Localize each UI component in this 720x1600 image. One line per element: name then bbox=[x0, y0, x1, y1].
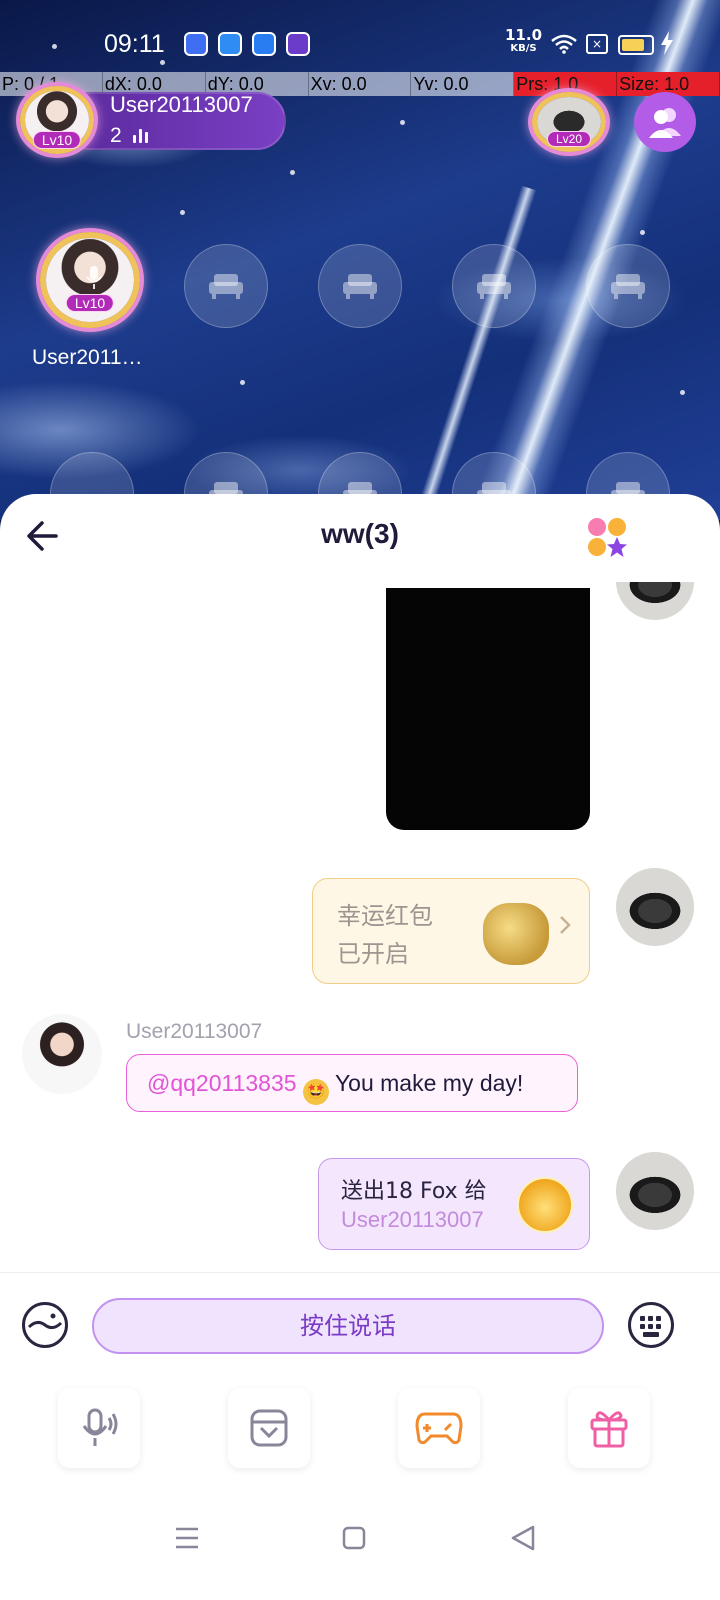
purple-app-icon bbox=[286, 32, 310, 56]
microphone-icon bbox=[82, 1408, 118, 1446]
sim-icon: × bbox=[586, 34, 608, 54]
members-icon bbox=[649, 108, 681, 138]
debug-xv: Xv: 0.0 bbox=[308, 72, 412, 96]
chat-header: ww(3) bbox=[0, 494, 720, 582]
photo-frame-icon bbox=[250, 1409, 288, 1447]
keyboard-icon bbox=[648, 1324, 653, 1329]
money-bag-icon bbox=[483, 903, 549, 965]
star-struck-emoji: 🤩 bbox=[302, 1079, 329, 1105]
members-button[interactable] bbox=[634, 92, 696, 152]
apps-dot-orange bbox=[608, 518, 626, 536]
gift-message-bubble[interactable]: 送出18 Fox 给 User20113007 bbox=[318, 1158, 590, 1250]
keyboard-icon bbox=[640, 1316, 645, 1321]
status-time: 09:11 bbox=[104, 30, 165, 58]
fox-gift-icon bbox=[517, 1177, 573, 1233]
keyboard-icon bbox=[648, 1316, 653, 1321]
my-avatar[interactable] bbox=[616, 582, 694, 620]
keyboard-icon bbox=[640, 1324, 645, 1329]
network-speed-unit: KB/S bbox=[510, 43, 537, 54]
play-app-icon bbox=[218, 32, 242, 56]
mic-icon bbox=[86, 266, 102, 289]
red-packet-text: 幸运红包 已开启 bbox=[337, 897, 433, 973]
baidu-app-icon bbox=[184, 32, 208, 56]
keyboard-icon bbox=[656, 1316, 661, 1321]
chat-input-row: 按住说话 bbox=[0, 1272, 720, 1372]
game-tool-button[interactable] bbox=[398, 1388, 480, 1468]
sofa-icon bbox=[611, 274, 645, 299]
online-count: 2 bbox=[110, 124, 122, 147]
smiley-icon bbox=[27, 1313, 63, 1330]
voice-tool-button[interactable] bbox=[58, 1388, 140, 1468]
owner-avatar[interactable]: Lv20 bbox=[532, 92, 606, 152]
chevron-right-icon bbox=[559, 915, 571, 941]
charging-icon bbox=[660, 31, 674, 60]
host-name: User20113007 bbox=[110, 92, 253, 117]
hold-to-talk-button[interactable]: 按住说话 bbox=[92, 1298, 604, 1354]
more-apps-button[interactable] bbox=[586, 516, 630, 560]
gift-tool-button[interactable] bbox=[568, 1388, 650, 1468]
gift-icon bbox=[590, 1411, 628, 1448]
sofa-icon bbox=[343, 274, 377, 299]
tool-row bbox=[0, 1384, 720, 1474]
seat-user-level-badge: Lv10 bbox=[65, 294, 115, 312]
album-tool-button[interactable] bbox=[228, 1388, 310, 1468]
star-icon bbox=[607, 537, 627, 557]
message-username: User20113007 bbox=[126, 1020, 263, 1043]
keyboard-button[interactable] bbox=[628, 1302, 674, 1348]
star bbox=[240, 380, 245, 385]
owner-level-badge: Lv20 bbox=[546, 131, 592, 147]
seat-2-empty[interactable] bbox=[184, 244, 268, 328]
system-navigation-bar bbox=[0, 1494, 720, 1600]
emoji-button[interactable] bbox=[22, 1302, 68, 1348]
star bbox=[180, 210, 185, 215]
red-packet-status: 已开启 bbox=[337, 940, 409, 968]
app-root: 09:11 11.0 KB/S × P: 0 / 1 dX: 0.0 dY: 0… bbox=[0, 0, 720, 1600]
apps-dot-pink bbox=[588, 518, 606, 536]
apps-dot-yellow bbox=[588, 538, 606, 556]
network-speed: 11.0 KB/S bbox=[505, 28, 542, 56]
sofa-icon bbox=[209, 274, 243, 299]
qq-browser-icon bbox=[252, 32, 276, 56]
wifi-icon bbox=[551, 34, 577, 59]
debug-yv: Yv: 0.0 bbox=[411, 72, 515, 96]
my-avatar[interactable] bbox=[616, 868, 694, 946]
online-bars-icon bbox=[133, 127, 148, 143]
sofa-icon bbox=[477, 274, 511, 299]
chat-message-list[interactable]: 幸运红包 已开启 User20113007 @qq20113835 🤩 You … bbox=[0, 582, 720, 1272]
mention-link[interactable]: @qq20113835 bbox=[147, 1070, 297, 1096]
star bbox=[290, 170, 295, 175]
host-level-badge: Lv10 bbox=[32, 131, 82, 149]
star bbox=[640, 230, 645, 235]
keyboard-icon bbox=[656, 1324, 661, 1329]
gift-text: 送出18 Fox 给 bbox=[341, 1179, 487, 1204]
message-text: You make my day! bbox=[334, 1070, 524, 1096]
seat-user-name: User2011… bbox=[32, 346, 143, 369]
red-packet-message[interactable]: 幸运红包 已开启 bbox=[312, 878, 590, 984]
seat-5-empty[interactable] bbox=[586, 244, 670, 328]
sender-avatar[interactable] bbox=[22, 1014, 102, 1094]
home-icon[interactable] bbox=[342, 1526, 366, 1550]
video-message[interactable] bbox=[386, 588, 590, 830]
keyboard-icon bbox=[643, 1332, 659, 1337]
my-avatar[interactable] bbox=[616, 1152, 694, 1230]
seat-4-empty[interactable] bbox=[452, 244, 536, 328]
red-packet-title: 幸运红包 bbox=[337, 902, 433, 930]
host-avatar[interactable]: Lv10 bbox=[20, 86, 94, 154]
text-message-bubble[interactable]: @qq20113835 🤩 You make my day! bbox=[126, 1054, 578, 1112]
seat-3-empty[interactable] bbox=[318, 244, 402, 328]
menu-icon[interactable] bbox=[174, 1526, 200, 1550]
gamepad-icon bbox=[415, 1412, 463, 1445]
back-icon[interactable] bbox=[510, 1524, 536, 1552]
battery-icon bbox=[618, 35, 654, 55]
gift-recipient: User20113007 bbox=[341, 1207, 484, 1232]
star bbox=[680, 390, 685, 395]
chat-sheet: ww(3) 幸运红包 已开启 User20113007 @qq20113835 … bbox=[0, 494, 720, 1600]
star bbox=[400, 120, 405, 125]
status-bar: 09:11 11.0 KB/S × bbox=[0, 28, 720, 62]
seat-1-occupied[interactable]: Lv10 bbox=[40, 232, 140, 328]
